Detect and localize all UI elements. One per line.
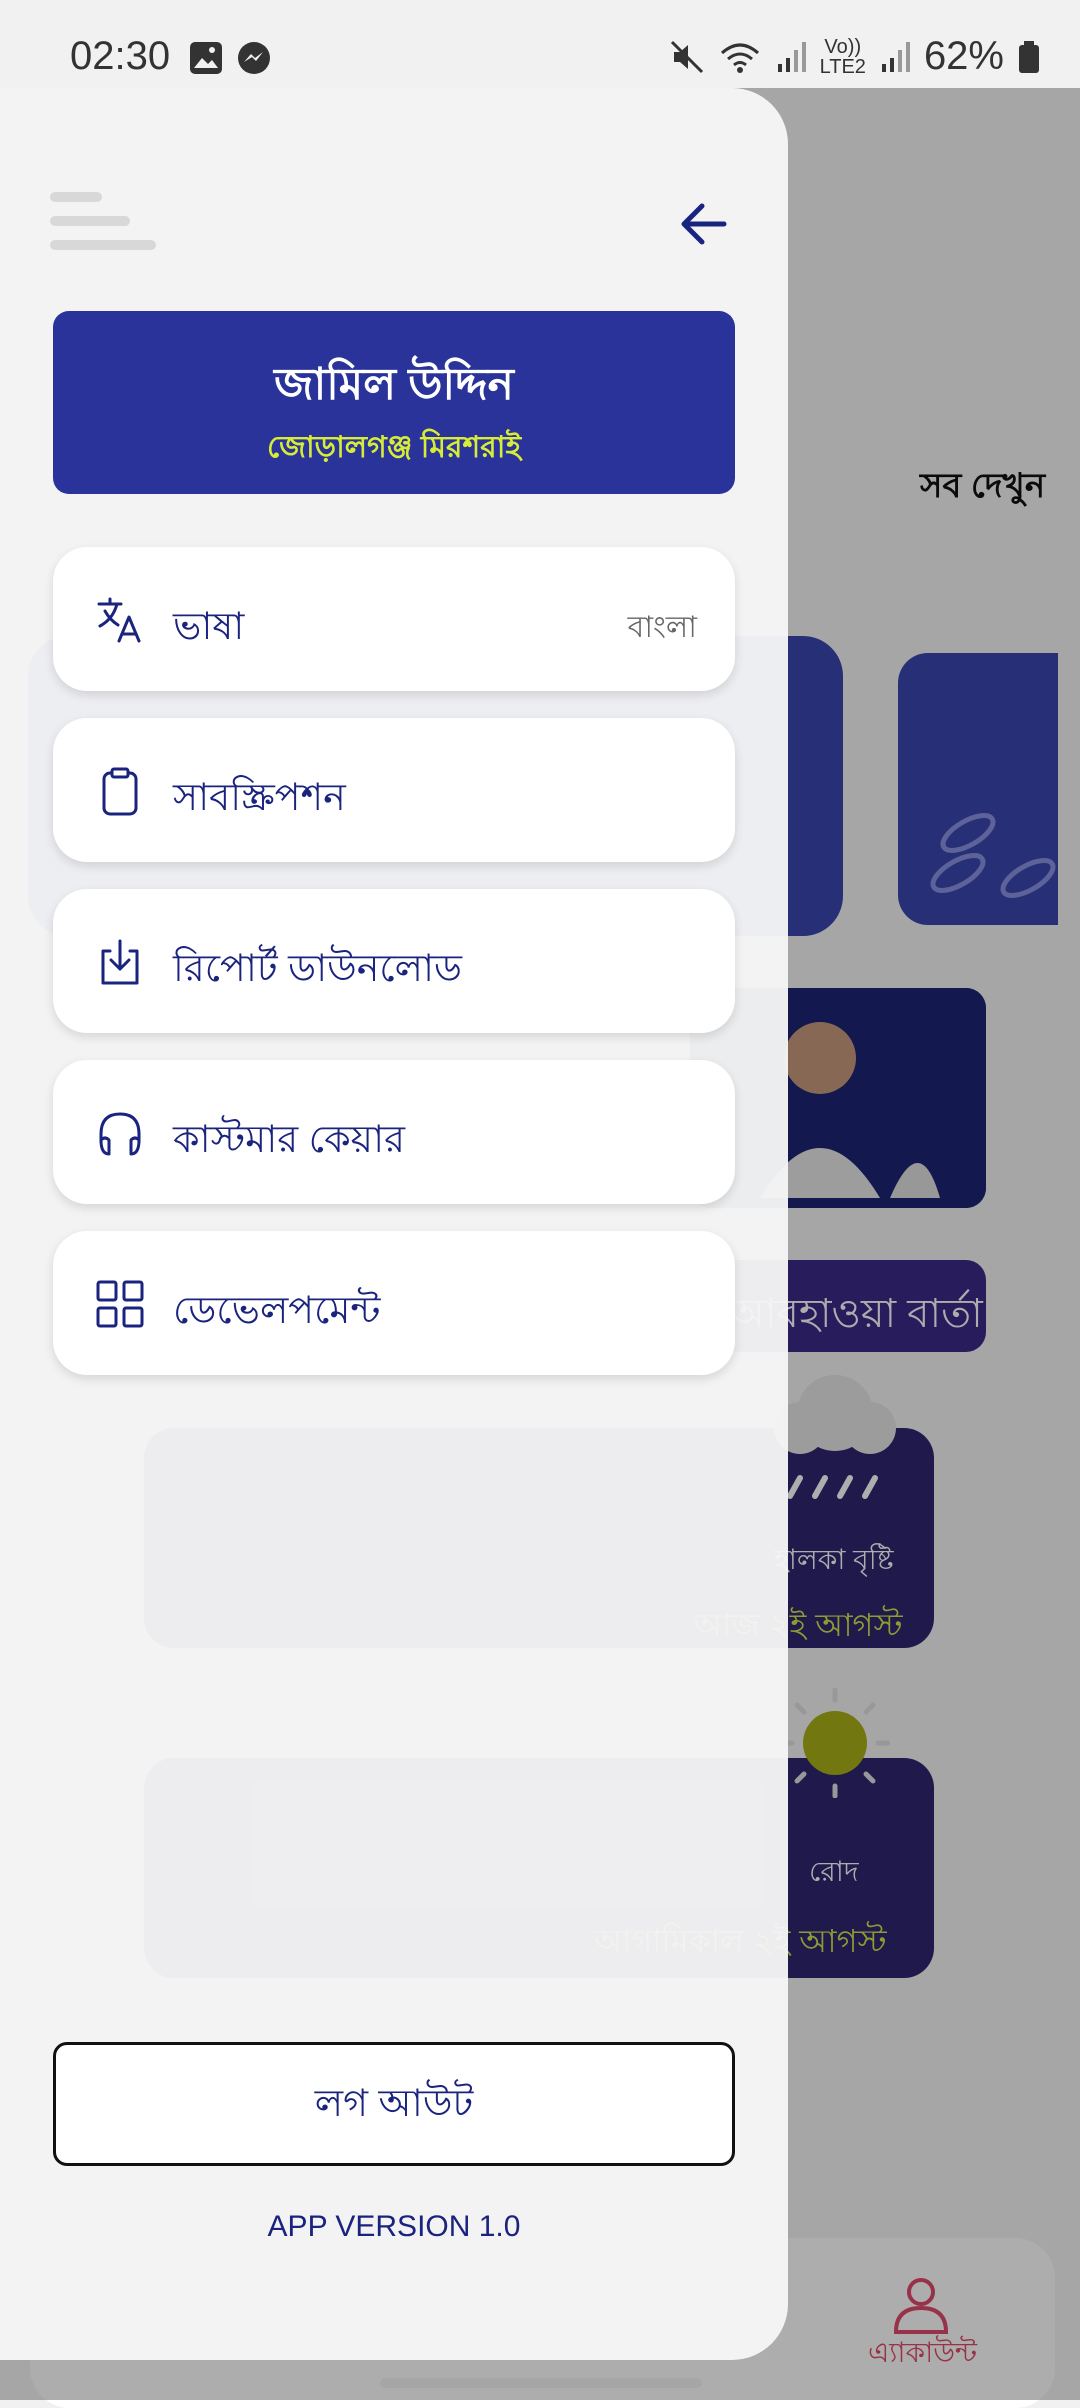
navigation-drawer: জামিল উদ্দিন জোড়ালগঞ্জ মিরশরাই ভাষা বাং… [0, 88, 788, 2360]
menu-item-development[interactable]: ডেভেলপমেন্ট [53, 1231, 735, 1375]
menu-item-report-download[interactable]: রিপোর্ট ডাউনলোড [53, 889, 735, 1033]
profile-name: জামিল উদ্দিন [274, 360, 514, 409]
status-bar: 02:30 Vo)) LTE2 62% [0, 0, 1080, 88]
wifi-icon [720, 43, 759, 73]
menu-item-customer-care[interactable]: কাস্টমার কেয়ার [53, 1060, 735, 1204]
volte-indicator: Vo)) LTE2 [819, 35, 866, 78]
signal-icon [777, 41, 806, 72]
signal-2-icon [881, 41, 910, 72]
battery-icon [1019, 40, 1039, 73]
menu-item-subscription[interactable]: সাবস্ক্রিপশন [53, 718, 735, 862]
download-icon [101, 939, 139, 985]
clipboard-icon [102, 767, 138, 816]
mute-icon [670, 40, 703, 73]
back-arrow-icon[interactable] [676, 196, 732, 252]
translate-icon [97, 597, 141, 643]
headphones-icon [99, 1112, 141, 1156]
menu-item-label: ভাষা [173, 606, 245, 648]
profile-card: জামিল উদ্দিন জোড়ালগঞ্জ মিরশরাই [53, 311, 735, 494]
profile-location: জোড়ালগঞ্জ মিরশরাই [266, 431, 522, 464]
gallery-notification-icon [190, 42, 222, 74]
status-time: 02:30 [70, 34, 171, 78]
home-indicator[interactable] [380, 2378, 702, 2388]
language-current-value: বাংলা [627, 611, 697, 644]
battery-percent: 62% [923, 34, 1004, 78]
menu-item-language[interactable]: ভাষা বাংলা [53, 547, 735, 691]
grid-icon [96, 1280, 144, 1328]
logout-button[interactable]: লগ আউট [53, 2042, 735, 2166]
app-version: APP VERSION 1.0 [267, 2210, 521, 2243]
menu-item-label: কাস্টমার কেয়ার [173, 1119, 405, 1161]
menu-item-label: ডেভেলপমেন্ট [173, 1290, 381, 1332]
menu-item-label: সাবস্ক্রিপশন [173, 777, 346, 819]
menu-item-label: রিপোর্ট ডাউনলোড [173, 948, 462, 990]
messenger-notification-icon [238, 42, 270, 74]
hamburger-menu-icon[interactable] [50, 192, 156, 254]
